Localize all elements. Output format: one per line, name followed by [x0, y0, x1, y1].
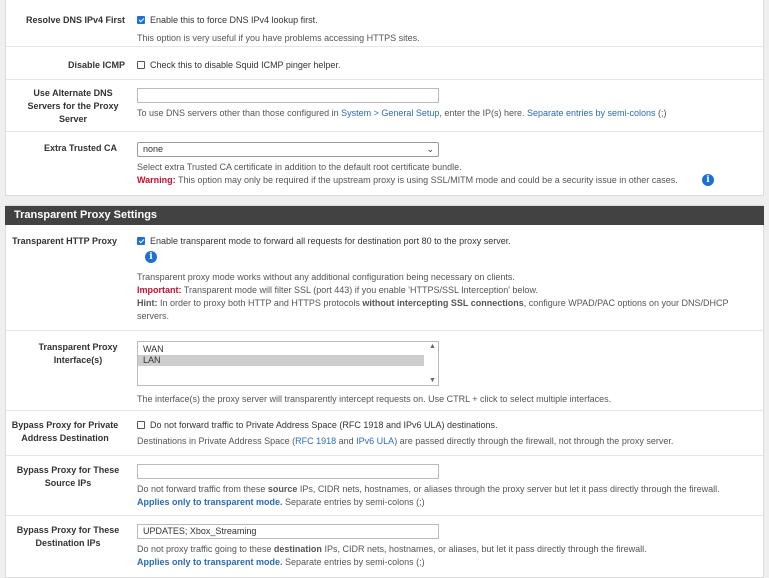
resolve-dns-checkbox-text: Enable this to force DNS IPv4 lookup fir…	[150, 15, 318, 25]
transparent-http-content: Enable transparent mode to forward all r…	[137, 235, 753, 248]
bypass-dest-help-pre: Do not proxy traffic going to these	[137, 544, 274, 554]
row-bypass-dest: Bypass Proxy for These Destination IPs U…	[6, 516, 763, 578]
transparent-http-important: Important: Transparent mode will filter …	[137, 284, 753, 297]
interfaces-help: The interface(s) the proxy server will t…	[137, 394, 612, 404]
disable-icmp-checkbox[interactable]	[137, 61, 145, 69]
trusted-ca-warning: Warning: This option may only be require…	[137, 174, 753, 187]
alt-dns-help-mid: , enter the IP(s) here.	[439, 108, 527, 118]
trusted-ca-label: Extra Trusted CA	[43, 143, 117, 153]
disable-icmp-checkbox-text: Check this to disable Squid ICMP pinger …	[150, 60, 341, 70]
row-disable-icmp: Disable ICMP Check this to disable Squid…	[6, 47, 763, 80]
bypass-source-applies: Applies only to transparent mode.	[137, 497, 283, 507]
bypass-private-label: Bypass Proxy for Private Address Destina…	[11, 420, 119, 443]
disable-icmp-content: Check this to disable Squid ICMP pinger …	[137, 59, 753, 72]
alt-dns-help-post: (;)	[655, 108, 667, 118]
bypass-dest-help-line: Do not proxy traffic going to these dest…	[137, 543, 753, 556]
alt-dns-help-pre: To use DNS servers other than those conf…	[137, 108, 342, 118]
trusted-ca-help-text: Select extra Trusted CA certificate in a…	[137, 162, 462, 172]
interface-option-wan[interactable]: WAN	[138, 344, 424, 355]
transparent-http-checkbox[interactable]	[137, 237, 145, 245]
general-settings-panel: Resolve DNS IPv4 First Enable this to fo…	[5, 0, 764, 196]
resolve-dns-help: This option is very useful if you have p…	[137, 33, 420, 43]
warning-label: Warning:	[137, 175, 176, 185]
info-icon[interactable]: i	[145, 251, 157, 263]
transparent-http-hint: Hint: In order to proxy both HTTP and HT…	[137, 297, 753, 323]
warning-text: This option may only be required if the …	[175, 175, 678, 185]
bypass-dest-applies: Applies only to transparent mode.	[137, 557, 283, 567]
alt-dns-help: To use DNS servers other than those conf…	[137, 107, 753, 120]
bypass-dest-input[interactable]: UPDATES; Xbox_Streaming	[137, 524, 439, 539]
resolve-dns-content: Enable this to force DNS IPv4 lookup fir…	[137, 14, 753, 45]
transparent-http-checkbox-row[interactable]: Enable transparent mode to forward all r…	[137, 235, 753, 248]
trusted-ca-selected: none	[143, 144, 164, 154]
bypass-source-help-pre: Do not forward traffic from these	[137, 484, 268, 494]
bypass-source-help-line: Do not forward traffic from these source…	[137, 483, 753, 496]
interfaces-options: WAN LAN	[138, 342, 438, 366]
bypass-dest-label: Bypass Proxy for These Destination IPs	[16, 525, 120, 548]
row-bypass-source: Bypass Proxy for These Source IPs Do not…	[6, 456, 763, 516]
ipv6-ula-link[interactable]: IPv6 ULA	[356, 436, 394, 446]
bypass-source-applies-line: Applies only to transparent mode. Separa…	[137, 496, 753, 509]
transparent-http-help: Transparent proxy mode works without any…	[137, 271, 753, 323]
interfaces-label: Transparent Proxy Interface(s)	[38, 342, 118, 365]
bypass-private-help: Destinations in Private Address Space (R…	[137, 435, 753, 448]
row-transparent-http: Transparent HTTP Proxy Enable transparen…	[6, 225, 763, 331]
bypass-source-help-bold: source	[267, 484, 298, 494]
hint-pre: In order to proxy both HTTP and HTTPS pr…	[157, 298, 363, 308]
scroll-up-icon[interactable]: ▲	[429, 343, 436, 350]
bypass-source-label: Bypass Proxy for These Source IPs	[16, 465, 120, 488]
bypass-private-help-pre: Destinations in Private Address Space (	[137, 436, 296, 446]
bypass-dest-separate: Separate entries by semi-colons (;)	[282, 557, 425, 567]
alt-dns-input[interactable]	[137, 88, 439, 103]
interfaces-scrollbar[interactable]: ▲ ▼	[426, 342, 438, 385]
hint-label: Hint:	[137, 298, 158, 308]
bypass-source-input[interactable]	[137, 464, 439, 479]
bypass-source-separate: Separate entries by semi-colons (;)	[282, 497, 425, 507]
transparent-proxy-panel: Transparent Proxy Settings Transparent H…	[5, 205, 764, 578]
bypass-private-help-and: and	[336, 436, 357, 446]
row-interfaces: Transparent Proxy Interface(s) WAN LAN ▲…	[6, 331, 763, 411]
bypass-dest-help-post: IPs, CIDR nets, hostnames, or aliases, b…	[321, 544, 647, 554]
row-alt-dns: Use Alternate DNS Servers for the Proxy …	[6, 80, 763, 132]
resolve-dns-checkbox-row[interactable]: Enable this to force DNS IPv4 lookup fir…	[137, 14, 753, 27]
important-label: Important:	[137, 285, 182, 295]
bypass-private-checkbox[interactable]	[137, 421, 145, 429]
bypass-private-checkbox-row[interactable]: Do not forward traffic to Private Addres…	[137, 419, 753, 432]
bypass-source-help: Do not forward traffic from these source…	[137, 483, 753, 509]
transparent-http-help1: Transparent proxy mode works without any…	[137, 272, 515, 282]
transparent-proxy-heading: Transparent Proxy Settings	[5, 206, 764, 225]
interface-option-lan[interactable]: LAN	[138, 355, 424, 366]
separate-entries-link[interactable]: Separate entries by semi-colons	[527, 108, 656, 118]
trusted-ca-help: Select extra Trusted CA certificate in a…	[137, 161, 753, 187]
scroll-down-icon[interactable]: ▼	[429, 377, 436, 384]
hint-bold: without intercepting SSL connections	[362, 298, 524, 308]
row-trusted-ca: Extra Trusted CA none ⌄ Select extra Tru…	[6, 132, 763, 195]
resolve-dns-label: Resolve DNS IPv4 First	[25, 15, 125, 25]
bypass-dest-applies-line: Applies only to transparent mode. Separa…	[137, 556, 753, 569]
info-icon[interactable]: i	[702, 174, 714, 186]
interfaces-listbox[interactable]: WAN LAN ▲ ▼	[137, 341, 439, 386]
bypass-private-content: Do not forward traffic to Private Addres…	[137, 419, 753, 448]
trusted-ca-select[interactable]: none ⌄	[137, 142, 439, 157]
chevron-down-icon: ⌄	[426, 144, 434, 154]
row-bypass-private: Bypass Proxy for Private Address Destina…	[6, 411, 763, 456]
transparent-http-checkbox-text: Enable transparent mode to forward all r…	[150, 236, 511, 246]
bypass-private-help-post: ) are passed directly through the firewa…	[394, 436, 674, 446]
transparent-http-label: Transparent HTTP Proxy	[12, 236, 117, 246]
disable-icmp-label: Disable ICMP	[67, 60, 125, 70]
bypass-dest-help-bold: destination	[273, 544, 322, 554]
bypass-private-checkbox-text: Do not forward traffic to Private Addres…	[150, 420, 498, 430]
bypass-source-help-post: IPs, CIDR nets, hostnames, or aliases th…	[297, 484, 720, 494]
resolve-dns-checkbox[interactable]	[137, 16, 145, 24]
row-resolve-dns: Resolve DNS IPv4 First Enable this to fo…	[6, 0, 763, 47]
rfc1918-link[interactable]: RFC 1918	[295, 436, 336, 446]
bypass-dest-help: Do not proxy traffic going to these dest…	[137, 543, 753, 569]
alt-dns-label: Use Alternate DNS Servers for the Proxy …	[27, 88, 119, 124]
system-general-setup-link[interactable]: System > General Setup	[341, 108, 439, 118]
important-text: Transparent mode will filter SSL (port 4…	[181, 285, 538, 295]
